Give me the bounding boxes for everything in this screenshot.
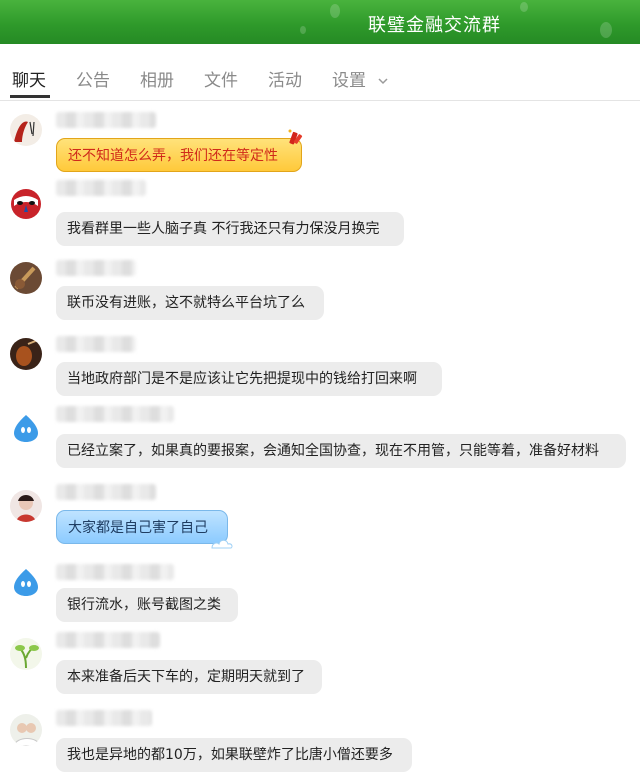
message-bubble[interactable]: 大家都是自己害了自己 xyxy=(56,510,228,544)
sender-name-blurred xyxy=(56,484,156,500)
message-bubble[interactable]: 本来准备后天下车的，定期明天就到了 xyxy=(56,660,322,694)
user-avatar-icon xyxy=(10,714,42,746)
header-decoration xyxy=(600,22,612,38)
avatar[interactable] xyxy=(10,338,42,370)
chat-message: 我也是异地的都10万，如果联壁炸了比唐小僧还要多 xyxy=(0,708,640,778)
chat-message: 本来准备后天下车的，定期明天就到了 xyxy=(0,632,640,702)
tab-settings-label: 设置 xyxy=(332,71,366,91)
sender-name-blurred xyxy=(56,260,136,276)
default-penguin-avatar-icon xyxy=(10,412,42,444)
sender-name-blurred xyxy=(56,632,160,648)
message-bubble[interactable]: 已经立案了，如果真的要报案，会通知全国协查，现在不用管，只能等着，准备好材料 xyxy=(56,434,626,468)
message-text: 银行流水，账号截图之类 xyxy=(67,597,221,613)
message-text: 已经立案了，如果真的要报案，会通知全国协查，现在不用管，只能等着，准备好材料 xyxy=(67,443,599,459)
tab-chat[interactable]: 聊天 xyxy=(12,66,46,91)
tab-bar: 聊天 公告 相册 文件 活动 设置 xyxy=(0,44,640,101)
tab-settings[interactable]: 设置 xyxy=(332,66,389,91)
avatar[interactable] xyxy=(10,638,42,670)
header-decoration xyxy=(330,4,340,18)
chevron-down-icon xyxy=(378,78,388,85)
message-bubble[interactable]: 联币没有进账，这不就特么平台坑了么 xyxy=(56,286,324,320)
sender-name-blurred xyxy=(56,180,146,196)
chat-message: 大家都是自己害了自己 xyxy=(0,484,640,554)
message-text: 联币没有进账，这不就特么平台坑了么 xyxy=(67,295,305,311)
sender-name-blurred xyxy=(56,710,152,726)
avatar[interactable] xyxy=(10,114,42,146)
avatar[interactable] xyxy=(10,412,42,444)
avatar[interactable] xyxy=(10,262,42,294)
message-text: 当地政府部门是不是应该让它先把提现中的钱给打回来啊 xyxy=(67,371,417,387)
chat-message: 我看群里一些人脑子真 不行我还只有力保没月换完 xyxy=(0,180,640,248)
sender-name-blurred xyxy=(56,564,174,580)
header-decoration xyxy=(520,2,528,12)
violin-avatar-icon xyxy=(10,338,42,370)
message-text: 本来准备后天下车的，定期明天就到了 xyxy=(67,669,305,685)
avatar[interactable] xyxy=(10,188,42,220)
user-avatar-icon xyxy=(10,490,42,522)
firecracker-decoration-icon xyxy=(288,129,303,145)
message-text: 还不知道怎么弄，我们还在等定性 xyxy=(68,148,278,164)
message-text: 我看群里一些人脑子真 不行我还只有力保没月换完 xyxy=(67,221,380,237)
user-avatar-icon xyxy=(10,262,42,294)
cloud-decoration-icon xyxy=(211,539,233,549)
sender-name-blurred xyxy=(56,406,174,422)
chat-message: 已经立案了，如果真的要报案，会通知全国协查，现在不用管，只能等着，准备好材料 xyxy=(0,406,640,478)
default-penguin-avatar-icon xyxy=(10,566,42,598)
avatar[interactable] xyxy=(10,566,42,598)
avatar[interactable] xyxy=(10,490,42,522)
tab-announcements[interactable]: 公告 xyxy=(76,66,110,91)
group-title: 联璧金融交流群 xyxy=(368,15,501,36)
user-avatar-icon xyxy=(10,638,42,670)
active-tab-indicator xyxy=(10,95,50,98)
message-text: 我也是异地的都10万，如果联壁炸了比唐小僧还要多 xyxy=(67,747,393,763)
avatar[interactable] xyxy=(10,714,42,746)
message-bubble[interactable]: 还不知道怎么弄，我们还在等定性 xyxy=(56,138,302,172)
message-bubble[interactable]: 我看群里一些人脑子真 不行我还只有力保没月换完 xyxy=(56,212,404,246)
sender-name-blurred xyxy=(56,112,156,128)
opera-mask-avatar-icon xyxy=(10,188,42,220)
chat-header: 联璧金融交流群 xyxy=(0,0,640,44)
user-avatar-icon xyxy=(10,114,42,146)
chat-message: 当地政府部门是不是应该让它先把提现中的钱给打回来啊 xyxy=(0,336,640,400)
sender-name-blurred xyxy=(56,336,136,352)
chat-message: 还不知道怎么弄，我们还在等定性 xyxy=(0,110,640,174)
tab-activities[interactable]: 活动 xyxy=(268,66,302,91)
tab-album[interactable]: 相册 xyxy=(140,66,174,91)
message-bubble[interactable]: 当地政府部门是不是应该让它先把提现中的钱给打回来啊 xyxy=(56,362,442,396)
chat-message: 联币没有进账，这不就特么平台坑了么 xyxy=(0,260,640,324)
chat-message: 银行流水，账号截图之类 xyxy=(0,560,640,626)
tab-files[interactable]: 文件 xyxy=(204,66,238,91)
message-bubble[interactable]: 银行流水，账号截图之类 xyxy=(56,588,238,622)
message-bubble[interactable]: 我也是异地的都10万，如果联壁炸了比唐小僧还要多 xyxy=(56,738,412,772)
header-decoration xyxy=(300,26,306,34)
message-text: 大家都是自己害了自己 xyxy=(68,520,208,536)
